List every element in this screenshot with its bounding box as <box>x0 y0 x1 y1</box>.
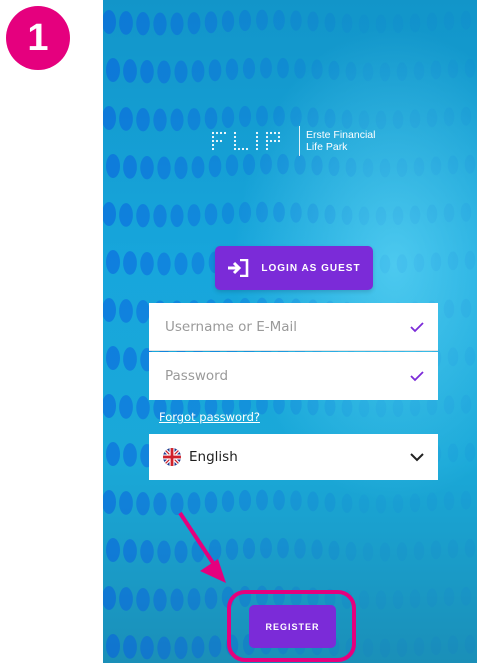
forgot-password-link[interactable]: Forgot password? <box>159 410 260 424</box>
username-field[interactable]: Username or E-Mail <box>149 303 438 351</box>
logo-line-2: Life Park <box>306 141 348 153</box>
register-label: REGISTER <box>265 621 320 632</box>
step-number-badge: 1 <box>6 6 70 70</box>
password-field[interactable]: Password <box>149 352 438 400</box>
register-button[interactable]: REGISTER <box>249 605 336 648</box>
password-placeholder: Password <box>165 368 229 384</box>
logo-subtitle: Erste Financial Life Park <box>306 129 375 153</box>
flip-wordmark-icon <box>212 131 281 151</box>
login-as-guest-label: LOGIN AS GUEST <box>261 262 361 274</box>
login-as-guest-button[interactable]: LOGIN AS GUEST <box>215 246 373 290</box>
login-screen: Erste Financial Life Park LOGIN AS GUEST… <box>103 0 477 663</box>
logo-line-1: Erste Financial <box>306 129 376 141</box>
check-icon <box>410 321 424 332</box>
app-logo: Erste Financial Life Park <box>212 126 375 156</box>
uk-flag-icon <box>163 448 181 466</box>
login-icon <box>228 259 249 277</box>
username-placeholder: Username or E-Mail <box>165 318 298 335</box>
language-select[interactable]: English <box>149 434 438 480</box>
logo-separator <box>299 126 300 156</box>
language-selected-value: English <box>189 449 238 465</box>
chevron-down-icon <box>410 452 424 461</box>
check-icon <box>410 371 424 382</box>
